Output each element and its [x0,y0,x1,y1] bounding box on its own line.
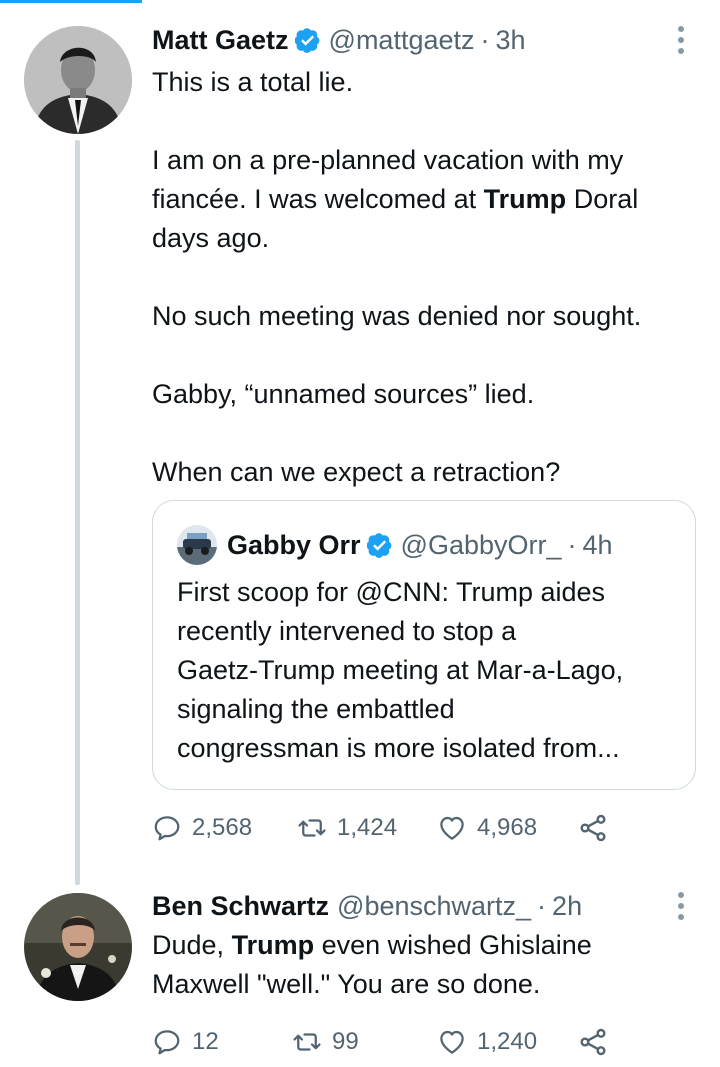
verified-badge-icon [294,28,319,53]
quoted-tweet-text: First scoop for @CNN: Trump aides recent… [177,573,679,768]
thread-connector [75,140,80,885]
retweet-count: 99 [332,1028,359,1055]
separator-dot: · [537,891,547,921]
tab-indicator [0,0,142,3]
separator-dot: · [567,530,577,560]
retweet-button[interactable]: 1,424 [297,813,437,843]
more-options-icon[interactable] [666,888,696,924]
quoted-line: congressman is more isolated from... [177,733,620,763]
share-icon [580,814,606,842]
author-handle[interactable]: @mattgaetz [329,22,475,58]
tweet-header: Ben Schwartz @benschwartz_ · 2h [152,888,696,924]
like-count: 1,240 [477,1028,538,1055]
retweet-count: 1,424 [337,814,398,841]
retweet-icon [298,819,326,837]
reply-button[interactable]: 12 [152,1027,292,1057]
author-name[interactable]: Matt Gaetz [152,22,289,58]
more-options-icon[interactable] [666,22,696,58]
quoted-line: recently intervened to stop a [177,616,517,646]
separator-dot: · [480,25,490,55]
like-icon [440,816,464,840]
tweet-line: No such meeting was denied nor sought. [152,301,642,331]
tweet-line: fiancée. I was welcomed at Trump Doral [152,184,639,214]
tweet-text: Dude, Trump even wished Ghislaine Maxwel… [152,926,696,1004]
reply-icon [154,1030,180,1055]
retweet-icon [293,1033,321,1051]
reply-count: 12 [192,1028,219,1055]
highlighted-keyword: Trump [483,184,567,214]
tweet-line: days ago. [152,223,270,253]
timestamp[interactable]: 2h [552,888,582,924]
retweet-button[interactable]: 99 [292,1027,437,1057]
quoted-tweet-header: Gabby Orr @GabbyOrr_ · 4h [177,525,675,565]
avatar[interactable] [24,26,132,134]
tweet-line: Gabby, “unnamed sources” lied. [152,379,535,409]
author-name[interactable]: Ben Schwartz [152,888,329,924]
like-icon [440,1030,464,1054]
quoted-author-name: Gabby Orr [227,530,361,560]
tweet-actions: 12 99 1,240 [152,1026,619,1058]
quoted-tweet[interactable]: Gabby Orr @GabbyOrr_ · 4h First scoop fo… [152,500,696,790]
reply-count: 2,568 [192,814,253,841]
tweet-text: This is a total lie. I am on a pre-plann… [152,63,696,492]
tweet-header: Matt Gaetz @mattgaetz · 3h [152,22,696,58]
quoted-line: signaling the embattled [177,694,455,724]
quoted-author-handle: @GabbyOrr_ [400,530,562,560]
reply-button[interactable]: 2,568 [152,813,297,843]
timestamp[interactable]: 3h [496,22,526,58]
quoted-line: Gaetz-Trump meeting at Mar-a-Lago, [177,655,624,685]
share-button[interactable] [577,812,619,844]
tweet-actions: 2,568 1,424 4,968 [152,812,619,844]
tweet-line: Maxwell "well." You are so done. [152,969,541,999]
like-count: 4,968 [477,814,538,841]
tweet-content: Matt Gaetz @mattgaetz · 3h This is a tot… [152,22,696,492]
tweet-line: Dude, Trump even wished Ghislaine [152,930,592,960]
highlighted-keyword: Trump [231,930,315,960]
author-handle[interactable]: @benschwartz_ [337,888,531,924]
share-icon [580,1028,606,1056]
tweet-content: Ben Schwartz @benschwartz_ · 2h Dude, Tr… [152,888,696,1004]
like-button[interactable]: 4,968 [437,813,577,843]
tweet-line: When can we expect a retraction? [152,457,561,487]
verified-badge-icon [366,533,391,558]
quoted-timestamp: 4h [582,530,613,560]
quoted-line: First scoop for @CNN: Trump aides [177,577,606,607]
avatar[interactable] [24,893,132,1001]
quoted-avatar [177,525,217,565]
tweet-line: This is a total lie. [152,67,354,97]
tweet-line: I am on a pre-planned vacation with my [152,145,624,175]
like-button[interactable]: 1,240 [437,1027,577,1057]
reply-icon [154,816,180,841]
share-button[interactable] [577,1026,619,1058]
